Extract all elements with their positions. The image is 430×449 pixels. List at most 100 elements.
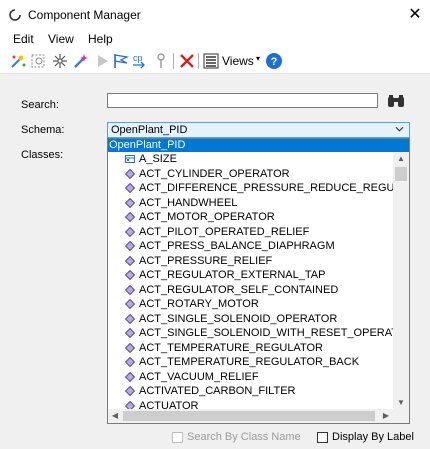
delete-x-icon[interactable] (178, 52, 196, 70)
struct-class-icon (125, 154, 135, 164)
menu-edit[interactable]: Edit (13, 32, 34, 46)
views-menu-button[interactable]: Views (222, 54, 254, 68)
title-bar: Component Manager ✕ (0, 0, 430, 30)
class-list-item[interactable]: ACT_MOTOR_OPERATOR (108, 210, 393, 224)
class-list-item-label: ACT_CYLINDER_OPERATOR (139, 167, 290, 180)
class-tree-list: A_SIZE ACT_CYLINDER_OPERATOR ACT_DIFFERENC… (108, 152, 393, 410)
display-by-label-label: Display By Label (332, 431, 414, 443)
display-by-label-checkbox[interactable]: Display By Label (317, 431, 427, 445)
list-view-icon[interactable] (202, 52, 220, 70)
class-list-item-label: ACT_TEMPERATURE_REGULATOR_BACK (139, 356, 360, 368)
schema-label: Schema: (21, 124, 65, 136)
class-list-item-label: ACT_HANDWHEEL (139, 196, 238, 209)
pin-icon[interactable] (152, 52, 170, 70)
class-list-item[interactable]: ACT_REGULATOR_SELF_CONTAINED (108, 283, 393, 297)
class-list-item[interactable]: ACT_VACUUM_RELIEF (108, 370, 393, 384)
vertical-scrollbar[interactable]: ▲ ▼ (393, 152, 409, 410)
class-list-item[interactable]: ACT_PRESS_BALANCE_DIAPHRAGM (108, 239, 393, 253)
class-diamond-icon (124, 240, 136, 252)
class-list-item[interactable]: ACT_TEMPERATURE_REGULATOR (108, 341, 393, 355)
class-list-item[interactable]: ACT_PRESSURE_RELIEF (108, 254, 393, 268)
class-list-item[interactable]: ACT_SINGLE_SOLENOID_WITH_RESET_OPERATOR (108, 326, 393, 340)
search-by-class-name-checkbox[interactable]: Search By Class Name (172, 431, 312, 445)
class-list-item-label: ACT_REGULATOR_EXTERNAL_TAP (139, 269, 326, 281)
class-list-item-label: ACT_DIFFERENCE_PRESSURE_REDUCE_REGULATO (139, 182, 393, 194)
class-list-item-label: ACT_REGULATOR_SELF_CONTAINED (139, 283, 339, 296)
class-list-item-label: ACT_VACUUM_RELIEF (139, 370, 259, 383)
scroll-right-arrow-icon[interactable]: ▶ (379, 409, 393, 423)
window-title: Component Manager (28, 8, 141, 22)
play-icon[interactable] (93, 52, 111, 70)
toolbar-separator (198, 53, 199, 69)
class-diamond-icon (124, 255, 136, 266)
horizontal-scroll-thumb[interactable] (123, 411, 375, 421)
class-list-item[interactable]: ACT_SINGLE_SOLENOID_OPERATOR (108, 312, 393, 326)
schema-select-value: OpenPlant_PID (111, 124, 188, 136)
class-list-item[interactable]: ACT_CYLINDER_OPERATOR (108, 167, 393, 181)
scroll-up-arrow-icon[interactable]: ▲ (393, 152, 409, 166)
class-diamond-icon (124, 356, 136, 368)
class-diamond-icon (124, 226, 136, 237)
class-diamond-icon (124, 342, 136, 353)
class-list-item-label: ACT_PILOT_OPERATED_RELIEF (139, 225, 310, 238)
search-by-class-name-label: Search By Class Name (187, 431, 301, 443)
class-diamond-icon (124, 298, 136, 310)
cp-icon-text: cp (133, 53, 143, 63)
class-diamond-icon (124, 327, 136, 339)
chevron-down-icon: ▾ (256, 54, 261, 63)
class-diamond-icon (124, 197, 136, 208)
dashed-select-icon[interactable] (30, 52, 48, 70)
classes-label: Classes: (21, 149, 64, 161)
wand-icon[interactable] (72, 52, 90, 70)
class-list-item-label: ACT_SINGLE_SOLENOID_OPERATOR (139, 312, 338, 325)
class-diamond-icon (124, 284, 136, 295)
class-list-item[interactable]: A_SIZE (108, 152, 393, 166)
scroll-left-arrow-icon[interactable]: ◀ (108, 409, 122, 423)
menu-help[interactable]: Help (88, 32, 113, 46)
class-list-item[interactable]: ACT_REGULATOR_EXTERNAL_TAP (108, 268, 393, 282)
component-manager-app-icon (8, 8, 22, 22)
checkbox-box[interactable] (172, 432, 183, 443)
toolbar: cp Views ▾ ? (0, 48, 430, 74)
schema-select[interactable]: OpenPlant_PID (107, 122, 410, 138)
class-diamond-icon (124, 371, 136, 382)
class-list-item[interactable]: ACT_HANDWHEEL (108, 196, 393, 210)
class-list-item-label: ACT_MOTOR_OPERATOR (139, 211, 275, 223)
horizontal-scrollbar[interactable]: ◀ ▶ (108, 409, 393, 423)
binoculars-icon[interactable] (385, 92, 407, 110)
class-list-item[interactable]: ACT_TEMPERATURE_REGULATOR_BACK (108, 355, 393, 369)
new-wizard-icon[interactable] (9, 52, 27, 70)
class-list-item[interactable]: ACT_PILOT_OPERATED_RELIEF (108, 225, 393, 239)
class-list-item-label: A_SIZE (139, 153, 177, 165)
toolbar-separator (173, 53, 174, 69)
scrollbar-corner (393, 409, 409, 423)
dropdown-selected-item[interactable]: OpenPlant_PID (108, 139, 409, 152)
menu-bar: Edit View Help (0, 30, 430, 48)
class-list-item[interactable]: ACTIVATED_CARBON_FILTER (108, 384, 393, 398)
class-list-item-label: ACT_TEMPERATURE_REGULATOR (139, 341, 323, 354)
chevron-down-icon (395, 124, 404, 134)
class-list-item-label: ACT_PRESSURE_RELIEF (139, 254, 273, 267)
class-diamond-icon (124, 313, 136, 324)
class-list-item-label: ACT_ROTARY_MOTOR (139, 298, 259, 310)
cp-icon[interactable]: cp (131, 52, 149, 70)
class-diamond-icon (124, 385, 136, 397)
class-list-item[interactable]: ACT_DIFFERENCE_PRESSURE_REDUCE_REGULATO (108, 181, 393, 195)
help-icon-glyph: ? (271, 56, 278, 68)
flag-icon[interactable] (112, 52, 130, 70)
close-button[interactable]: ✕ (400, 0, 430, 30)
schema-dropdown-list: OpenPlant_PID A_SIZE ACT_CYLINDER_OPERATO… (107, 138, 410, 424)
sparkle-icon[interactable] (51, 52, 69, 70)
class-list-item-label: ACT_SINGLE_SOLENOID_WITH_RESET_OPERATOR (139, 327, 393, 339)
checkbox-box[interactable] (317, 432, 328, 443)
vertical-scroll-thumb[interactable] (395, 167, 407, 181)
class-diamond-icon (124, 269, 136, 281)
class-list-item-label: ACTIVATED_CARBON_FILTER (139, 385, 296, 397)
class-list-item[interactable]: ACT_ROTARY_MOTOR (108, 297, 393, 311)
class-list-item-label: ACT_PRESS_BALANCE_DIAPHRAGM (139, 240, 335, 252)
help-icon[interactable]: ? (265, 52, 283, 70)
menu-view[interactable]: View (48, 32, 74, 46)
search-input[interactable] (107, 93, 378, 108)
scroll-down-arrow-icon[interactable]: ▼ (393, 396, 409, 410)
class-diamond-icon (124, 168, 136, 179)
